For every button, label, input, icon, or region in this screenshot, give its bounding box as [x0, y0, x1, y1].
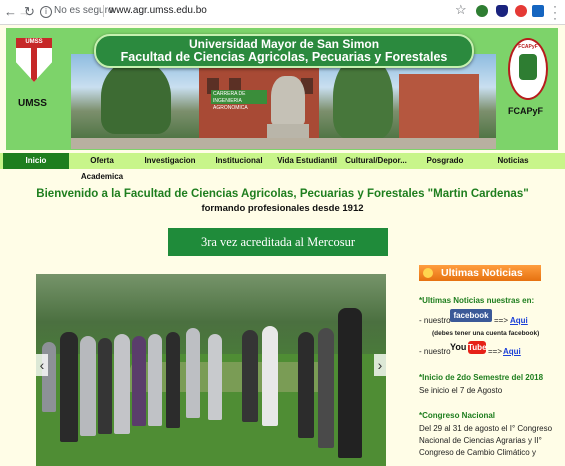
- nav-item-inicio[interactable]: Inicio: [3, 153, 69, 169]
- header-photo: CARRERA DE INGENIERIA AGRONOMICA: [71, 54, 496, 149]
- photo-carousel[interactable]: ‹ ›: [36, 274, 386, 466]
- latest-news-title: Ultimas Noticias: [441, 267, 523, 279]
- nav-item-institucional[interactable]: Institucional: [206, 153, 272, 169]
- facebook-note: (debes tener una cuenta facebook): [432, 330, 540, 337]
- nav-item-posgrado[interactable]: Posgrado: [412, 153, 478, 169]
- site-title-banner: Universidad Mayor de San Simon Facultad …: [94, 34, 474, 68]
- info-icon[interactable]: i: [40, 6, 52, 18]
- youtube-arrow: ==>: [488, 347, 503, 356]
- umss-label: UMSS: [18, 98, 47, 109]
- nav-item-vida-estudiantil[interactable]: Vida Estudiantil: [274, 153, 340, 169]
- facebook-link[interactable]: Aqui: [510, 316, 528, 325]
- extension-icon-1[interactable]: [476, 5, 488, 17]
- security-status: No es seguro: [54, 5, 114, 16]
- news-intro: *Ultimas Noticias nuestras en:: [419, 296, 535, 305]
- shield-extension-icon[interactable]: [496, 5, 508, 17]
- youtube-prefix: - nuestro: [419, 347, 451, 356]
- address-bar[interactable]: www.agr.umss.edu.bo: [109, 5, 207, 16]
- nav-item-cultural-deportes[interactable]: Cultural/Depor...: [342, 153, 410, 169]
- nav-item-noticias[interactable]: Noticias: [480, 153, 546, 169]
- photo-sign: CARRERA DE INGENIERIA AGRONOMICA: [211, 90, 267, 111]
- welcome-heading: Bienvenido a la Facultad de Ciencias Agr…: [36, 188, 529, 200]
- statue: [271, 76, 305, 126]
- youtube-logo[interactable]: You Tube: [450, 341, 487, 354]
- facebook-arrow: ==>: [494, 316, 509, 325]
- nav-item-investigacion[interactable]: Investigacion: [136, 153, 204, 169]
- browser-menu-icon[interactable]: · · ·: [551, 0, 559, 24]
- extension-icon-3[interactable]: [515, 5, 527, 17]
- fcapyf-logo[interactable]: FCAPyF: [508, 38, 548, 100]
- site-header: UMSS UMSS CARRERA DE INGENIERIA AGRONOMI…: [6, 28, 558, 150]
- congress-line-3: Congreso de Cambio Climático y: [419, 448, 536, 457]
- bookmark-star-icon[interactable]: ☆: [455, 2, 467, 18]
- extension-icon-4[interactable]: [532, 5, 544, 17]
- faculty-name: Facultad de Ciencias Agricolas, Pecuaria…: [120, 50, 448, 64]
- semester-text: Se inicio el 7 de Agosto: [419, 386, 503, 395]
- since-subheading: formando profesionales desde 1912: [201, 203, 364, 214]
- back-icon[interactable]: ←: [4, 4, 17, 20]
- congress-line-2: Nacional de Ciencias Agrarias y II°: [419, 436, 542, 445]
- university-name: Universidad Mayor de San Simon: [188, 37, 380, 51]
- browser-toolbar: ← → ↻ i No es seguro www.agr.umss.edu.bo…: [0, 0, 565, 25]
- latest-news-header: Ultimas Noticias: [419, 265, 541, 281]
- carousel-next-button[interactable]: ›: [374, 354, 386, 376]
- fcapyf-label: FCAPyF: [508, 106, 544, 116]
- semester-title: *Inicio de 2do Semestre del 2018: [419, 373, 544, 382]
- address-divider: [103, 5, 104, 17]
- facebook-logo[interactable]: facebook: [450, 309, 492, 322]
- nav-item-oferta-academica[interactable]: Oferta Academica: [70, 153, 134, 181]
- news-bullet-icon: [423, 268, 433, 278]
- congress-title: *Congreso Nacional: [419, 411, 496, 420]
- main-navigation: Inicio Oferta Academica Investigacion In…: [0, 153, 565, 181]
- umss-logo[interactable]: UMSS: [16, 38, 52, 82]
- facebook-prefix: - nuestro: [419, 316, 451, 325]
- accreditation-banner[interactable]: 3ra vez acreditada al Mercosur: [168, 228, 388, 256]
- congress-line-1: Del 29 al 31 de agosto el I° Congreso: [419, 424, 553, 433]
- youtube-link[interactable]: Aqui: [503, 347, 521, 356]
- reload-icon[interactable]: ↻: [24, 4, 35, 20]
- carousel-prev-button[interactable]: ‹: [36, 354, 48, 376]
